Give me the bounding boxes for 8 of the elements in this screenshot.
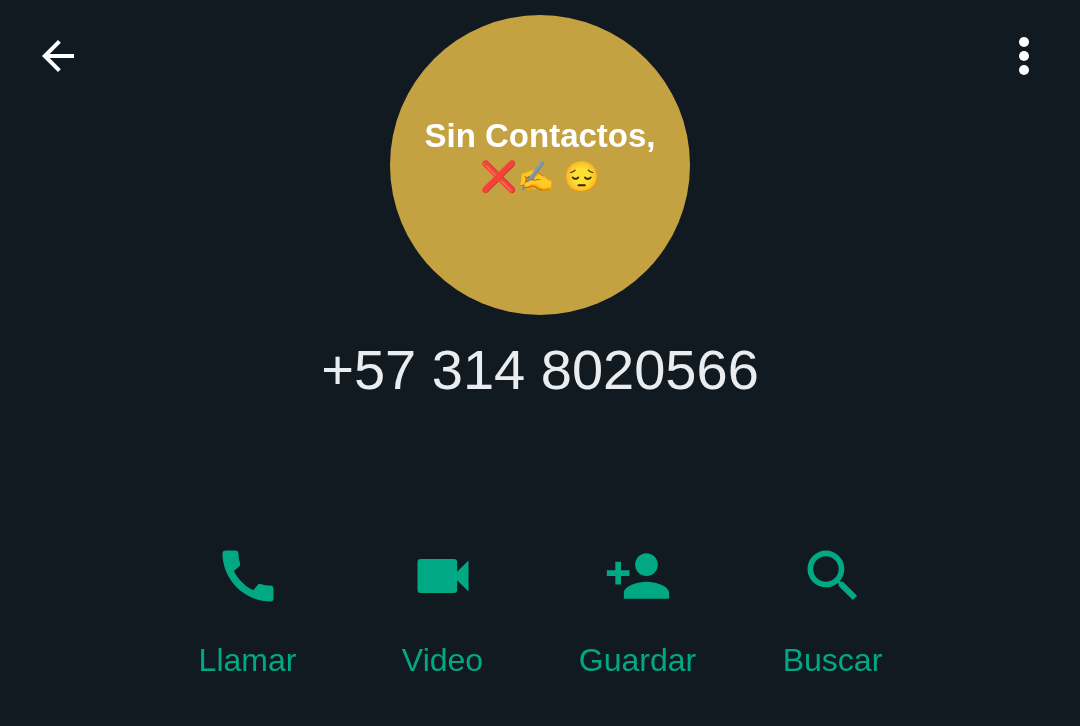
more-icon [1018, 36, 1030, 76]
action-button[interactable]: Buscar [735, 542, 930, 679]
action-button[interactable]: Video [345, 542, 540, 679]
action-button[interactable]: Llamar [150, 542, 345, 679]
phone-number: +57 314 8020566 [321, 337, 759, 402]
avatar-text: ❌✍ 😔 [480, 158, 600, 194]
avatar-text: Sin Contactos, [424, 116, 656, 155]
action-button[interactable]: Guardar [540, 542, 735, 679]
